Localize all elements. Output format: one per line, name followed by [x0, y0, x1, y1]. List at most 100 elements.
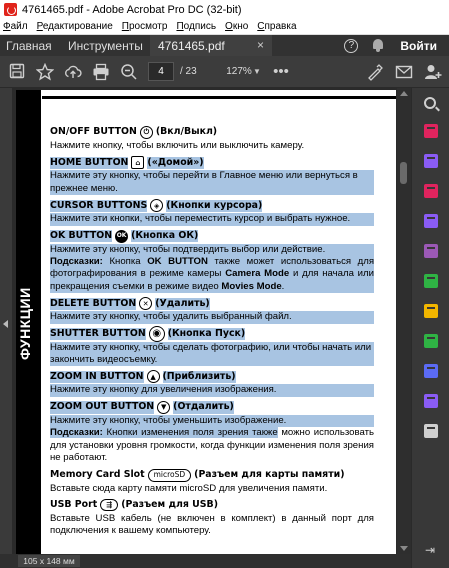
search-icon[interactable] [424, 97, 436, 109]
star-icon[interactable] [35, 62, 55, 81]
page-number-input[interactable]: 4 [148, 62, 174, 81]
tab-home[interactable]: Главная [0, 39, 58, 53]
scroll-up-icon[interactable] [400, 91, 408, 96]
heading-suffix: (Кнопки курсора) [166, 199, 263, 212]
heading-suffix: (Разъем для карты памяти) [194, 468, 345, 480]
tools-pane: ⇥ [411, 88, 449, 568]
heading-title: USB Port [50, 499, 98, 511]
sign-in-button[interactable]: Войти [400, 39, 437, 53]
section-description: Нажмите эту кнопку, чтобы подтвердить вы… [50, 243, 374, 257]
more-options-icon[interactable]: ••• [272, 63, 290, 81]
combine-files-icon[interactable] [424, 154, 438, 168]
section-heading: ON/OFF BUTTON ⏻ (Вкл/Выкл) [50, 125, 374, 140]
acrobat-icon [4, 3, 17, 16]
tab-bar: Главная Инструменты 4761465.pdf × ? Войт… [0, 35, 449, 56]
section-zoom-out: ZOOM OUT BUTTON ▼ (Отдалить) Нажмите эту… [50, 400, 374, 465]
document-view[interactable]: ФУНКЦИИ ON/OFF BUTTON ⏻ (Вкл/Выкл) Нажми… [12, 88, 412, 554]
send-for-signature-icon[interactable] [424, 394, 438, 408]
hint-paragraph: Подсказки: Кнопки изменения поля зрения … [50, 427, 375, 464]
title-bar: 4761465.pdf - Adobe Acrobat Pro DC (32-b… [0, 0, 449, 19]
tab-document[interactable]: 4761465.pdf × [150, 35, 272, 56]
toolbar: 4 / 23 127% ▼ ••• [0, 56, 449, 88]
vertical-scrollbar[interactable] [397, 88, 411, 554]
heading-suffix: («Домой») [147, 156, 204, 170]
page-size: 105 x 148 мм [18, 555, 80, 567]
section-heading: ZOOM OUT BUTTON ▼ (Отдалить) [50, 400, 374, 415]
zoom-out-button-icon: ▼ [157, 400, 171, 414]
heading-title: ZOOM OUT BUTTON [50, 401, 155, 414]
heading-title: HOME BUTTON [50, 156, 129, 170]
heading-suffix: (Вкл/Выкл) [155, 126, 218, 138]
section-heading: HOME BUTTON ⌂ («Домой») [50, 155, 374, 170]
microsd-icon: microSD [147, 468, 192, 482]
tab-tools[interactable]: Инструменты [58, 39, 150, 53]
close-tab-icon[interactable]: × [257, 38, 264, 52]
menu-edit[interactable]: Редактирование [37, 21, 113, 32]
navigation-pane-strip[interactable] [0, 88, 12, 554]
heading-title: OK BUTTON [50, 229, 113, 243]
scroll-down-icon[interactable] [400, 546, 408, 551]
heading-suffix: (Кнопка ОК) [131, 229, 199, 243]
hint-paragraph: Подсказки: Кнопка OK BUTTON также может … [50, 256, 375, 294]
expand-left-pane-icon[interactable] [3, 320, 8, 328]
heading-title: SHUTTER BUTTON [50, 327, 146, 341]
fill-sign-pen-icon[interactable] [366, 63, 384, 81]
section-description: Нажмите кнопку, чтобы включить или выклю… [50, 140, 305, 151]
print-icon[interactable] [92, 63, 110, 81]
menu-help[interactable]: Справка [257, 21, 296, 32]
power-icon: ⏻ [139, 126, 153, 139]
zoom-in-button-icon: ▲ [146, 370, 160, 384]
heading-title: DELETE BUTTON [50, 297, 137, 310]
page-content: ON/OFF BUTTON ⏻ (Вкл/Выкл) Нажмите кнопк… [50, 122, 374, 538]
section-heading: USB Port ⇶ (Разъем для USB) [50, 498, 374, 513]
edit-pdf-icon[interactable] [424, 184, 438, 198]
section-description: Нажмите эти кнопки, чтобы переместить ку… [50, 213, 374, 226]
fill-sign-icon[interactable] [424, 244, 438, 258]
notifications-icon[interactable] [372, 39, 384, 52]
heading-suffix: (Разъем для USB) [121, 499, 218, 511]
cursor-icon: ◈ [150, 199, 164, 213]
zoom-dropdown-icon[interactable]: ▼ [253, 62, 261, 81]
section-description: Вставьте сюда карту памяти microSD для у… [50, 482, 328, 494]
help-icon[interactable]: ? [344, 38, 359, 53]
add-user-icon[interactable] [424, 63, 442, 81]
section-cursor: CURSOR BUTTONS ◈ (Кнопки курсора) Нажмит… [50, 198, 374, 226]
heading-suffix: (Кнопка Пуск) [167, 327, 246, 341]
page-top-rule [42, 96, 396, 99]
comment-icon[interactable] [424, 304, 438, 318]
menu-view[interactable]: Просмотр [122, 21, 168, 32]
section-ok: OK BUTTON OK (Кнопка ОК) Нажмите эту кно… [50, 229, 374, 294]
menu-window[interactable]: Окно [225, 21, 248, 32]
upload-cloud-icon[interactable] [64, 63, 82, 81]
scrollbar-thumb[interactable] [400, 162, 407, 184]
organize-pages-icon[interactable] [424, 274, 438, 288]
protect-icon[interactable] [424, 364, 438, 378]
menu-file[interactable]: Файл [3, 21, 28, 32]
create-pdf-icon[interactable] [424, 124, 438, 138]
heading-title: ON/OFF BUTTON [50, 126, 137, 138]
print-production-icon[interactable] [424, 334, 438, 348]
section-description: Нажмите эту кнопку для увеличения изобра… [50, 384, 374, 397]
email-icon[interactable] [395, 63, 413, 81]
shutter-icon: ◉ [148, 326, 165, 343]
section-description: Вставьте USB кабель (не включен в компле… [50, 512, 374, 537]
collapse-pane-icon[interactable]: ⇥ [425, 543, 435, 557]
section-zoom-in: ZOOM IN BUTTON ▲ (Приблизить) Нажмите эт… [50, 369, 374, 397]
section-heading: SHUTTER BUTTON ◉ (Кнопка Пуск) [50, 326, 374, 343]
usb-icon: ⇶ [100, 499, 119, 512]
section-memory-card: Memory Card Slot microSD (Разъем для кар… [50, 468, 374, 495]
heading-suffix: (Приблизить) [162, 370, 236, 384]
menu-sign[interactable]: Подпись [176, 21, 216, 32]
save-icon[interactable] [8, 63, 26, 81]
page-side-strip: ФУНКЦИИ [16, 90, 41, 554]
page-total: / 23 [180, 66, 197, 77]
section-vertical-label: ФУНКЦИИ [17, 287, 33, 360]
more-tools-icon[interactable] [424, 424, 438, 438]
menu-bar: Файл Редактирование Просмотр Подпись Окн… [0, 19, 449, 35]
section-heading: Memory Card Slot microSD (Разъем для кар… [50, 468, 374, 483]
home-icon: ⌂ [131, 156, 145, 170]
zoom-out-icon[interactable] [120, 63, 138, 81]
tab-document-label: 4761465.pdf [158, 38, 225, 53]
section-description: Нажмите эту кнопку, чтобы перейти в Глав… [50, 170, 374, 196]
export-pdf-icon[interactable] [424, 214, 438, 228]
